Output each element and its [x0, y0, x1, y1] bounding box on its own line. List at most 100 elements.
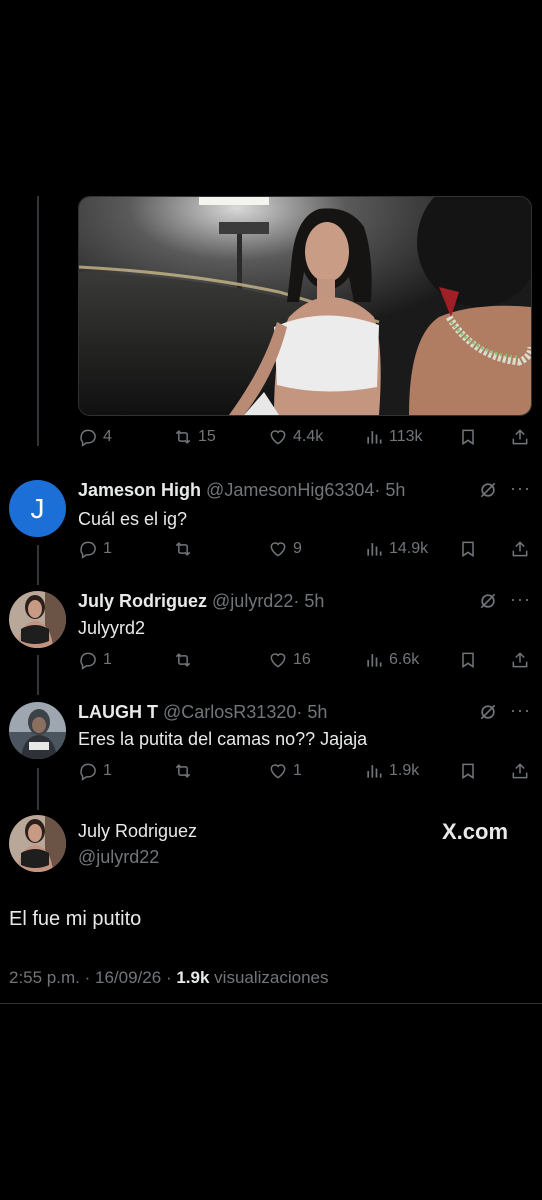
- main-post-actions: 4 15 4.4k 113k: [78, 426, 530, 448]
- share-button[interactable]: [510, 761, 530, 781]
- reply-button[interactable]: 1: [78, 539, 112, 559]
- view-count: 113k: [389, 428, 423, 445]
- reply-button[interactable]: 1: [78, 650, 112, 670]
- author-name[interactable]: Jameson High: [78, 480, 201, 500]
- views-button[interactable]: 113k: [364, 427, 423, 447]
- repost-icon: [175, 653, 191, 667]
- author-handle[interactable]: @julyrd22: [212, 591, 293, 611]
- reply-text: Cuál es el ig?: [78, 509, 188, 529]
- post-media-image[interactable]: [78, 196, 532, 416]
- reply-header: LAUGH T @CarlosR31320· 5h: [78, 702, 327, 723]
- avatar[interactable]: J: [9, 480, 66, 537]
- author-name[interactable]: July Rodriguez: [78, 821, 197, 842]
- views-label: visualizaciones: [214, 968, 329, 987]
- reply-icon: [80, 652, 96, 670]
- views-button[interactable]: 1.9k: [364, 761, 419, 781]
- avatar[interactable]: [9, 815, 66, 872]
- share-icon: [512, 652, 528, 668]
- repost-count: 15: [198, 428, 216, 445]
- bookmark-button[interactable]: [458, 427, 478, 447]
- grok-icon[interactable]: [478, 480, 498, 500]
- bookmark-icon: [462, 429, 474, 446]
- post-date[interactable]: 16/09/26: [95, 968, 161, 987]
- post-photo: [79, 197, 531, 415]
- more-options-icon[interactable]: ···: [510, 700, 531, 721]
- like-button[interactable]: 4.4k: [268, 427, 323, 447]
- heart-icon: [270, 764, 286, 779]
- reply-count: 1: [103, 651, 112, 668]
- like-count: 9: [293, 540, 302, 557]
- analytics-icon: [367, 654, 382, 667]
- author-handle[interactable]: @CarlosR31320: [163, 702, 296, 722]
- share-icon: [512, 429, 528, 445]
- reply-actions: 1 1 1.9k: [78, 760, 530, 782]
- post-time: · 5h: [293, 591, 325, 611]
- reply-icon: [80, 429, 96, 447]
- author-name[interactable]: July Rodriguez: [78, 591, 207, 611]
- reply-button[interactable]: 1: [78, 761, 112, 781]
- xcom-watermark: X.com: [442, 819, 509, 844]
- reply-text: Eres la putita del camas no?? Jajaja: [78, 729, 368, 749]
- views-button[interactable]: 6.6k: [364, 650, 419, 670]
- view-count: 6.6k: [389, 651, 420, 668]
- reply-icon: [80, 763, 96, 781]
- reply-icon: [80, 541, 96, 559]
- reply-actions: 1 16 6.6k: [78, 649, 530, 671]
- post-time: · 5h: [296, 702, 328, 722]
- author-name[interactable]: LAUGH T: [78, 702, 158, 722]
- bookmark-icon: [462, 763, 474, 780]
- share-button[interactable]: [510, 539, 530, 559]
- repost-button[interactable]: [173, 539, 198, 559]
- separator: ·: [165, 968, 172, 987]
- thread-line: [37, 768, 39, 810]
- reply-count: 1: [103, 762, 112, 779]
- reply-button[interactable]: 4: [78, 427, 112, 447]
- reply-header: July Rodriguez @julyrd22· 5h: [78, 591, 324, 612]
- avatar[interactable]: [9, 702, 66, 759]
- author-handle[interactable]: @julyrd22: [78, 847, 159, 868]
- post-text: El fue mi putito: [9, 908, 142, 930]
- heart-icon: [270, 542, 286, 557]
- analytics-icon: [367, 543, 382, 556]
- share-button[interactable]: [510, 427, 530, 447]
- view-count: 14.9k: [389, 540, 429, 557]
- more-options-icon[interactable]: ···: [510, 589, 531, 610]
- like-count: 16: [293, 651, 311, 668]
- like-count: 4.4k: [293, 428, 324, 445]
- like-button[interactable]: 1: [268, 761, 302, 781]
- repost-icon: [175, 430, 191, 444]
- reply-header: Jameson High @JamesonHig63304· 5h: [78, 480, 405, 501]
- bookmark-button[interactable]: [458, 761, 478, 781]
- view-count: 1.9k: [389, 762, 420, 779]
- heart-icon: [270, 653, 286, 668]
- avatar[interactable]: [9, 591, 66, 648]
- avatar-photo: [9, 591, 66, 648]
- more-options-icon[interactable]: ···: [510, 478, 531, 499]
- thread-line: [37, 545, 39, 585]
- share-icon: [512, 763, 528, 779]
- avatar-letter: J: [30, 492, 45, 524]
- divider: [0, 1003, 542, 1004]
- views-button[interactable]: 14.9k: [364, 539, 428, 559]
- post-time[interactable]: 2:55 p.m.: [9, 968, 80, 987]
- like-button[interactable]: 16: [268, 650, 311, 670]
- repost-button[interactable]: [173, 650, 198, 670]
- avatar-photo: [9, 815, 66, 872]
- repost-button[interactable]: 15: [173, 427, 216, 447]
- bookmark-button[interactable]: [458, 539, 478, 559]
- post-time: · 5h: [374, 480, 406, 500]
- analytics-icon: [367, 431, 382, 444]
- author-handle[interactable]: @JamesonHig63304: [206, 480, 374, 500]
- like-count: 1: [293, 762, 302, 779]
- reply-text: Julyyrd2: [78, 618, 146, 638]
- repost-button[interactable]: [173, 761, 198, 781]
- grok-icon[interactable]: [478, 702, 498, 722]
- share-button[interactable]: [510, 650, 530, 670]
- repost-icon: [175, 542, 191, 556]
- analytics-icon: [367, 765, 382, 778]
- separator: ·: [84, 968, 91, 987]
- bookmark-button[interactable]: [458, 650, 478, 670]
- grok-icon[interactable]: [478, 591, 498, 611]
- like-button[interactable]: 9: [268, 539, 302, 559]
- post-meta: 2:55 p.m. · 16/09/26 · 1.9k visualizacio…: [9, 968, 329, 988]
